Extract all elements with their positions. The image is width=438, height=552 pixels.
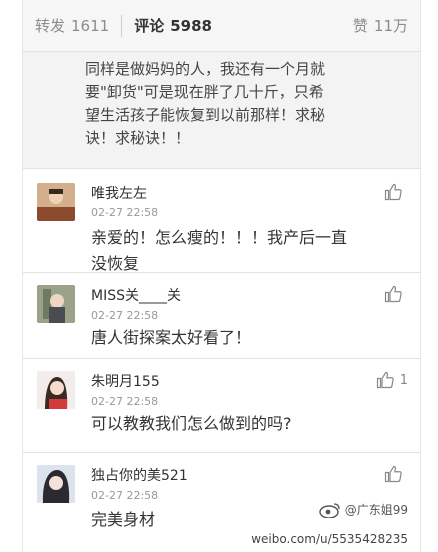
commenter-name[interactable]: 独占你的美521: [91, 465, 188, 485]
comment-time: 02-27 22:58: [91, 309, 159, 322]
comment-text-line: 唐人街探案太好看了！: [91, 328, 252, 347]
tab-reposts-count: 1611: [71, 16, 110, 35]
tab-comments-count: 5988: [170, 16, 212, 35]
quoted-comment: 同样是做妈妈的人，我还有一个月就 要"卸货"可是现在胖了几十斤，只希 望生活孩子…: [23, 52, 420, 169]
comment-text: 可以教教我们怎么做到的吗?: [91, 411, 410, 437]
thumbs-up-icon: [376, 371, 394, 389]
like-button[interactable]: [384, 285, 408, 303]
commenter-name[interactable]: 朱明月155: [91, 371, 160, 391]
thumbs-up-icon: [384, 183, 402, 201]
tab-reposts[interactable]: 转发 1611: [35, 15, 109, 36]
like-button[interactable]: [384, 183, 408, 201]
comment-time: 02-27 22:58: [91, 489, 159, 502]
comment-text-line: 可以教教我们怎么做到的吗?: [91, 414, 292, 433]
quoted-comment-line: 要"卸货"可是现在胖了几十斤，只希: [85, 83, 324, 101]
like-button[interactable]: 1: [376, 371, 408, 389]
commenter-name[interactable]: MISS关____关: [91, 285, 181, 305]
comment-text: 亲爱的！怎么瘦的！！！我产后一直 没恢复: [91, 225, 410, 277]
commenter-name[interactable]: 唯我左左: [91, 183, 147, 203]
comment-time: 02-27 22:58: [91, 206, 159, 219]
watermark-handle: @广东姐99: [344, 503, 408, 517]
like-count: 1: [399, 372, 408, 388]
tab-likes[interactable]: 赞 11万: [353, 15, 408, 36]
avatar[interactable]: [37, 371, 75, 409]
tab-likes-label: 赞: [352, 17, 368, 35]
quoted-comment-line: 望生活孩子能恢复到以前那样！求秘: [85, 106, 326, 124]
avatar[interactable]: [37, 285, 75, 323]
weibo-logo-icon: [319, 502, 340, 518]
weibo-watermark: @广东姐99: [319, 501, 408, 518]
thumbs-up-icon: [384, 465, 402, 483]
comment-item[interactable]: 朱明月155 02-27 22:58 1 可以教教我们怎么做到的吗?: [23, 359, 420, 453]
watermark-url: weibo.com/u/5535428235: [251, 532, 408, 546]
like-button[interactable]: [384, 465, 408, 483]
avatar[interactable]: [37, 183, 75, 221]
comment-item[interactable]: 唯我左左 02-27 22:58 亲爱的！怎么瘦的！！！我产后一直 没恢复: [23, 169, 420, 273]
tab-likes-count: 11万: [373, 17, 408, 35]
tab-divider: [121, 14, 123, 37]
quoted-comment-line: 诀！求秘诀！！: [85, 129, 191, 147]
avatar[interactable]: [37, 465, 75, 503]
tab-reposts-label: 转发: [35, 17, 66, 35]
comment-time: 02-27 22:58: [91, 395, 159, 408]
quoted-comment-line: 同样是做妈妈的人，我还有一个月就: [85, 60, 326, 78]
tab-comments-label: 评论: [134, 17, 165, 35]
tab-bar: 转发 1611 评论 5988 赞 11万: [23, 0, 420, 52]
thumbs-up-icon: [384, 285, 402, 303]
comment-text: 唐人街探案太好看了！: [91, 325, 410, 351]
comment-item[interactable]: 独占你的美521 02-27 22:58 完美身材: [23, 453, 420, 543]
comment-panel: 转发 1611 评论 5988 赞 11万 同样是做妈妈的人，我还有一个月就 要…: [22, 0, 421, 552]
comment-item[interactable]: MISS关____关 02-27 22:58 唐人街探案太好看了！: [23, 273, 420, 359]
comment-text-line: 亲爱的！怎么瘦的！！！我产后一直: [91, 228, 348, 247]
tab-comments[interactable]: 评论 5988: [134, 15, 212, 36]
